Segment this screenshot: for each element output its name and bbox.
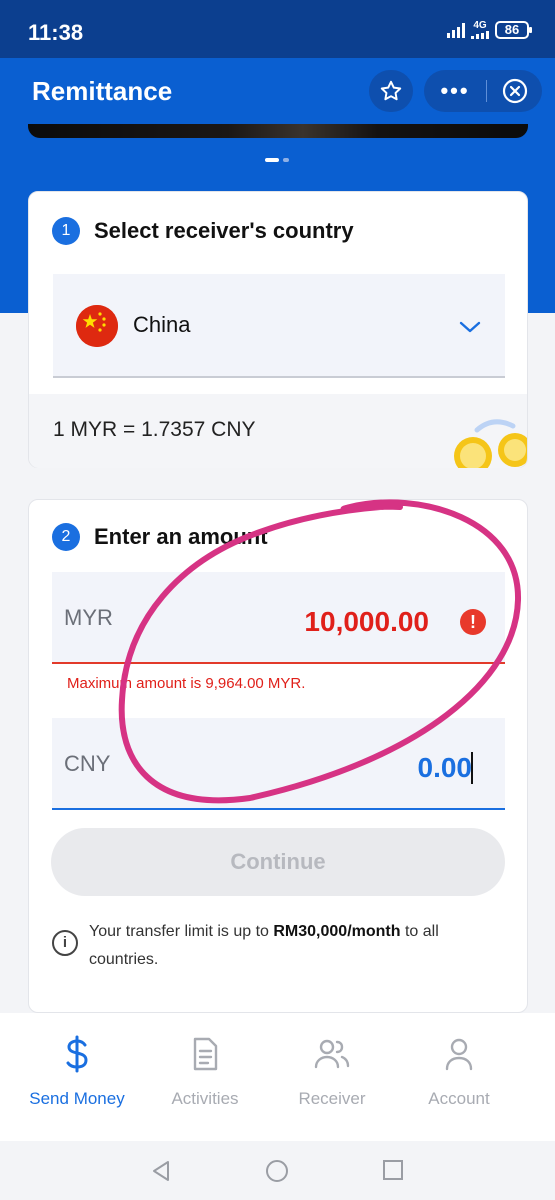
nav-label: Account <box>428 1089 490 1108</box>
system-nav-bar <box>0 1141 555 1200</box>
bottom-nav: Send Money Activities Receiver Account <box>0 1013 555 1141</box>
home-icon[interactable] <box>265 1159 289 1183</box>
annotation-circle <box>118 499 522 804</box>
document-icon <box>193 1037 218 1071</box>
nav-label: Activities <box>171 1089 239 1108</box>
people-icon <box>314 1039 350 1069</box>
dollar-icon <box>66 1035 88 1073</box>
back-icon[interactable] <box>150 1159 172 1183</box>
nav-label: Receiver <box>298 1089 366 1108</box>
nav-activities[interactable]: Activities <box>141 1033 269 1109</box>
nav-account[interactable]: Account <box>395 1033 523 1109</box>
nav-label: Send Money <box>29 1089 125 1108</box>
nav-receiver[interactable]: Receiver <box>268 1033 396 1109</box>
recents-icon[interactable] <box>382 1159 404 1181</box>
person-icon <box>445 1038 473 1071</box>
nav-send-money[interactable]: Send Money <box>13 1033 141 1109</box>
